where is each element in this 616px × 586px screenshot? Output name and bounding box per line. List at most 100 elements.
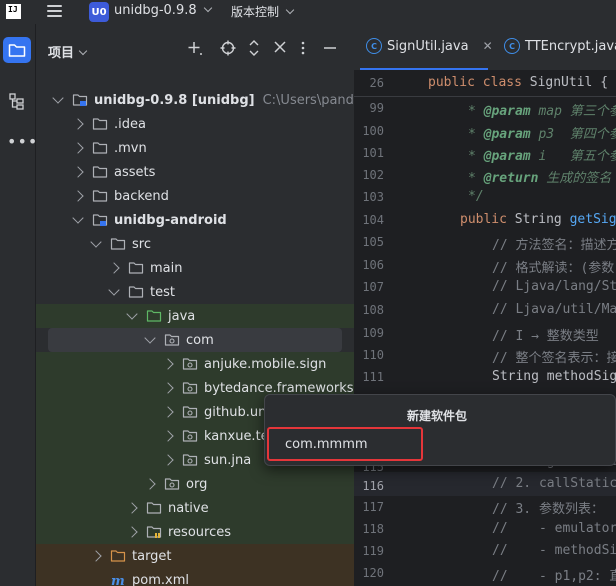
target-icon[interactable] [220, 40, 236, 60]
chevron-right-icon[interactable] [72, 166, 84, 178]
chevron-down-icon[interactable] [90, 236, 102, 248]
line-number: 102 [362, 168, 384, 182]
tree-item-java[interactable]: java [36, 304, 354, 328]
chevron-right-icon[interactable] [162, 406, 174, 418]
tab-ttencrypt[interactable]: C TTEncrypt.java [504, 38, 616, 54]
chevron-right-icon[interactable] [72, 118, 84, 130]
line-number: 117 [362, 500, 384, 514]
code-line-102: * @return 生成的签名 [468, 171, 612, 186]
add-icon[interactable] [187, 40, 203, 60]
line-number: 109 [362, 326, 384, 340]
chevron-right-icon[interactable] [72, 190, 84, 202]
tree-item-target[interactable]: target [36, 544, 354, 568]
line-number: 26 [369, 76, 384, 90]
tree-item-src[interactable]: src [36, 232, 354, 256]
tree-item-assets[interactable]: assets [36, 160, 354, 184]
tree-item-label: java [168, 308, 196, 324]
tree-item-main[interactable]: main [36, 256, 354, 280]
line-number: 107 [362, 280, 384, 294]
resources-folder-icon [146, 524, 162, 540]
chevron-right-icon[interactable] [162, 382, 174, 394]
chevron-down-icon[interactable] [72, 212, 84, 224]
chevron-right-icon[interactable] [162, 430, 174, 442]
code-line-109: // I → 整数类型 [492, 329, 599, 344]
expand-collapse-icon[interactable] [248, 40, 260, 60]
folder-icon [92, 164, 108, 180]
tree-item-pom-xml[interactable]: m pom.xml [36, 568, 354, 586]
tree-item-idea[interactable]: .idea [36, 112, 354, 136]
package-icon [164, 476, 180, 492]
tab-label: TTEncrypt.java [525, 38, 616, 54]
tree-item-label: org [186, 476, 208, 492]
chevron-right-icon[interactable] [108, 262, 120, 274]
intellij-logo-icon[interactable]: IJ [6, 4, 21, 19]
tree-item-label: target [132, 548, 172, 564]
chevron-down-icon[interactable] [126, 308, 138, 320]
line-number: 108 [362, 303, 384, 317]
project-switcher[interactable]: unidbg-0.9.8 [114, 3, 212, 18]
package-icon [182, 452, 198, 468]
tool-window-strip: ••• [0, 24, 38, 586]
tree-item-com[interactable]: com [48, 328, 342, 352]
line-number: 111 [362, 370, 384, 384]
project-name: unidbg-0.9.8 [114, 3, 197, 18]
code-line-106: // 格式解读：(参数 [492, 261, 615, 276]
tree-item-unidbg-android[interactable]: unidbg-android [36, 208, 354, 232]
chevron-right-icon[interactable] [162, 454, 174, 466]
line-number: 105 [362, 235, 384, 249]
code-line-99: * @param map 第三个参数 [468, 104, 616, 119]
tree-item-native[interactable]: native [36, 496, 354, 520]
tab-signutil[interactable]: C SignUtil.java ✕ [366, 38, 493, 54]
title-bar: IJ U0 unidbg-0.9.8 版本控制 [0, 0, 616, 24]
chevron-right-icon[interactable] [126, 526, 138, 538]
tree-item-label: unidbg-0.9.8 [unidbg] [94, 92, 255, 108]
code-line-107: // Ljava/lang/St [492, 279, 616, 294]
chevron-down-icon[interactable] [52, 92, 64, 104]
tree-item-test[interactable]: test [36, 280, 354, 304]
tree-item-mvn[interactable]: .mvn [36, 136, 354, 160]
editor-tab-bar: C SignUtil.java ✕ C TTEncrypt.java [354, 24, 616, 71]
chevron-down-icon[interactable] [108, 284, 120, 296]
chevron-right-icon[interactable] [72, 142, 84, 154]
tree-item-label: resources [168, 524, 232, 540]
tree-item-label: src [132, 236, 151, 252]
line-number: 119 [362, 544, 384, 558]
tree-item-unidbg-0-9-8-unidbg[interactable]: unidbg-0.9.8 [unidbg] C:\Users\panda\Desk… [36, 88, 354, 112]
close-icon[interactable]: ✕ [483, 39, 493, 53]
chevron-right-icon[interactable] [90, 550, 102, 562]
code-line-100: * @param p3 第四个参数 [468, 127, 616, 142]
project-badge[interactable]: U0 [89, 2, 109, 22]
tree-item-resources[interactable]: resources [36, 520, 354, 544]
code-line-110: // 整个签名表示：接 [492, 351, 616, 366]
more-tools-icon[interactable]: ••• [7, 132, 38, 151]
project-tool-button[interactable] [3, 37, 31, 63]
close-icon[interactable] [273, 40, 287, 58]
tree-item-backend[interactable]: backend [36, 184, 354, 208]
tree-item-label: native [168, 500, 209, 516]
package-icon [164, 332, 180, 348]
chevron-down-icon[interactable] [144, 332, 156, 344]
line-number: 103 [362, 190, 384, 204]
structure-tool-button[interactable] [8, 92, 26, 110]
code-line-116: // 2. callStatic [492, 476, 616, 491]
more-icon[interactable] [301, 40, 305, 60]
code-line-117: // 3. 参数列表： [492, 502, 604, 517]
code-line-101: * @param i 第五个参数 [468, 149, 616, 164]
chevron-right-icon[interactable] [144, 478, 156, 490]
project-view-selector[interactable]: 项目 [48, 42, 88, 61]
minimize-icon[interactable] [323, 40, 337, 60]
chevron-right-icon[interactable] [126, 502, 138, 514]
tree-item-org[interactable]: org [36, 472, 354, 496]
tree-item-anjuke-mobile-sign[interactable]: anjuke.mobile.sign [36, 352, 354, 376]
folder-icon [128, 260, 144, 276]
vcs-menu[interactable]: 版本控制 [231, 3, 295, 20]
active-tab-indicator [360, 68, 488, 70]
tree-item-label: .idea [114, 116, 146, 132]
package-name-input[interactable] [267, 427, 423, 461]
excluded-folder-icon [110, 548, 126, 564]
module-icon [72, 92, 88, 108]
chevron-right-icon[interactable] [162, 358, 174, 370]
tree-item-label: pom.xml [132, 572, 189, 586]
main-menu-icon[interactable] [47, 5, 62, 18]
folder-icon [128, 284, 144, 300]
